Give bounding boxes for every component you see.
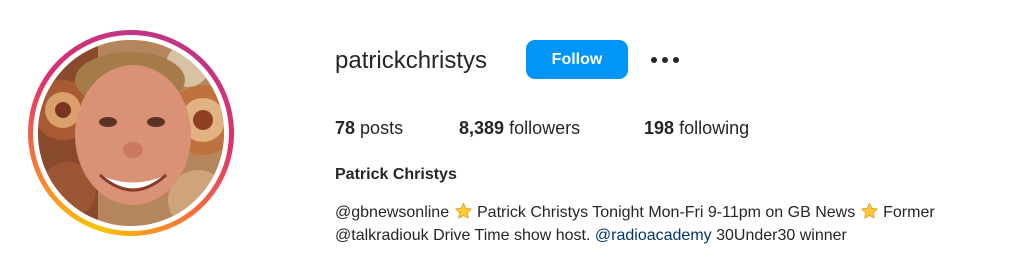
followers-stat[interactable]: 8,389 followers xyxy=(459,116,580,140)
posts-label: posts xyxy=(360,118,404,138)
bio-text-show: Patrick Christys Tonight Mon-Fri 9-11pm … xyxy=(477,204,856,221)
followers-label: followers xyxy=(509,118,581,138)
avatar-photo xyxy=(38,40,224,226)
bio-line-2: @talkradiouk Drive Time show host. @radi… xyxy=(335,224,1005,247)
bio-text-winner: 30Under30 winner xyxy=(716,227,847,244)
avatar-gap xyxy=(33,35,229,231)
story-ring[interactable] xyxy=(28,30,234,236)
bio-text-former: Former xyxy=(883,204,935,221)
bio-mention-gbnewsonline: @gbnewsonline xyxy=(335,204,450,221)
following-label: following xyxy=(679,118,750,138)
bio-line-1: @gbnewsonline Patrick Christys Tonight M… xyxy=(335,201,1005,224)
following-stat[interactable]: 198 following xyxy=(644,116,749,140)
star-emoji-icon xyxy=(860,202,878,219)
followers-count: 8,389 xyxy=(459,118,505,138)
more-options-button[interactable] xyxy=(648,46,682,74)
star-emoji-icon xyxy=(454,202,472,219)
avatar[interactable] xyxy=(38,40,224,226)
full-name: Patrick Christys xyxy=(335,166,457,183)
follow-button[interactable]: Follow xyxy=(526,40,628,79)
radioacademy-link[interactable]: @radioacademy xyxy=(595,227,712,244)
profile-header: patrickchristys Follow 78 posts 8,389 fo… xyxy=(0,0,1022,270)
posts-count: 78 xyxy=(335,118,356,138)
following-count: 198 xyxy=(644,118,675,138)
username: patrickchristys xyxy=(335,47,488,74)
posts-stat: 78 posts xyxy=(335,116,403,140)
bio-text-drivetime: @talkradiouk Drive Time show host. xyxy=(335,227,591,244)
bio: @gbnewsonline Patrick Christys Tonight M… xyxy=(335,201,1005,247)
more-options-icon xyxy=(651,57,679,63)
